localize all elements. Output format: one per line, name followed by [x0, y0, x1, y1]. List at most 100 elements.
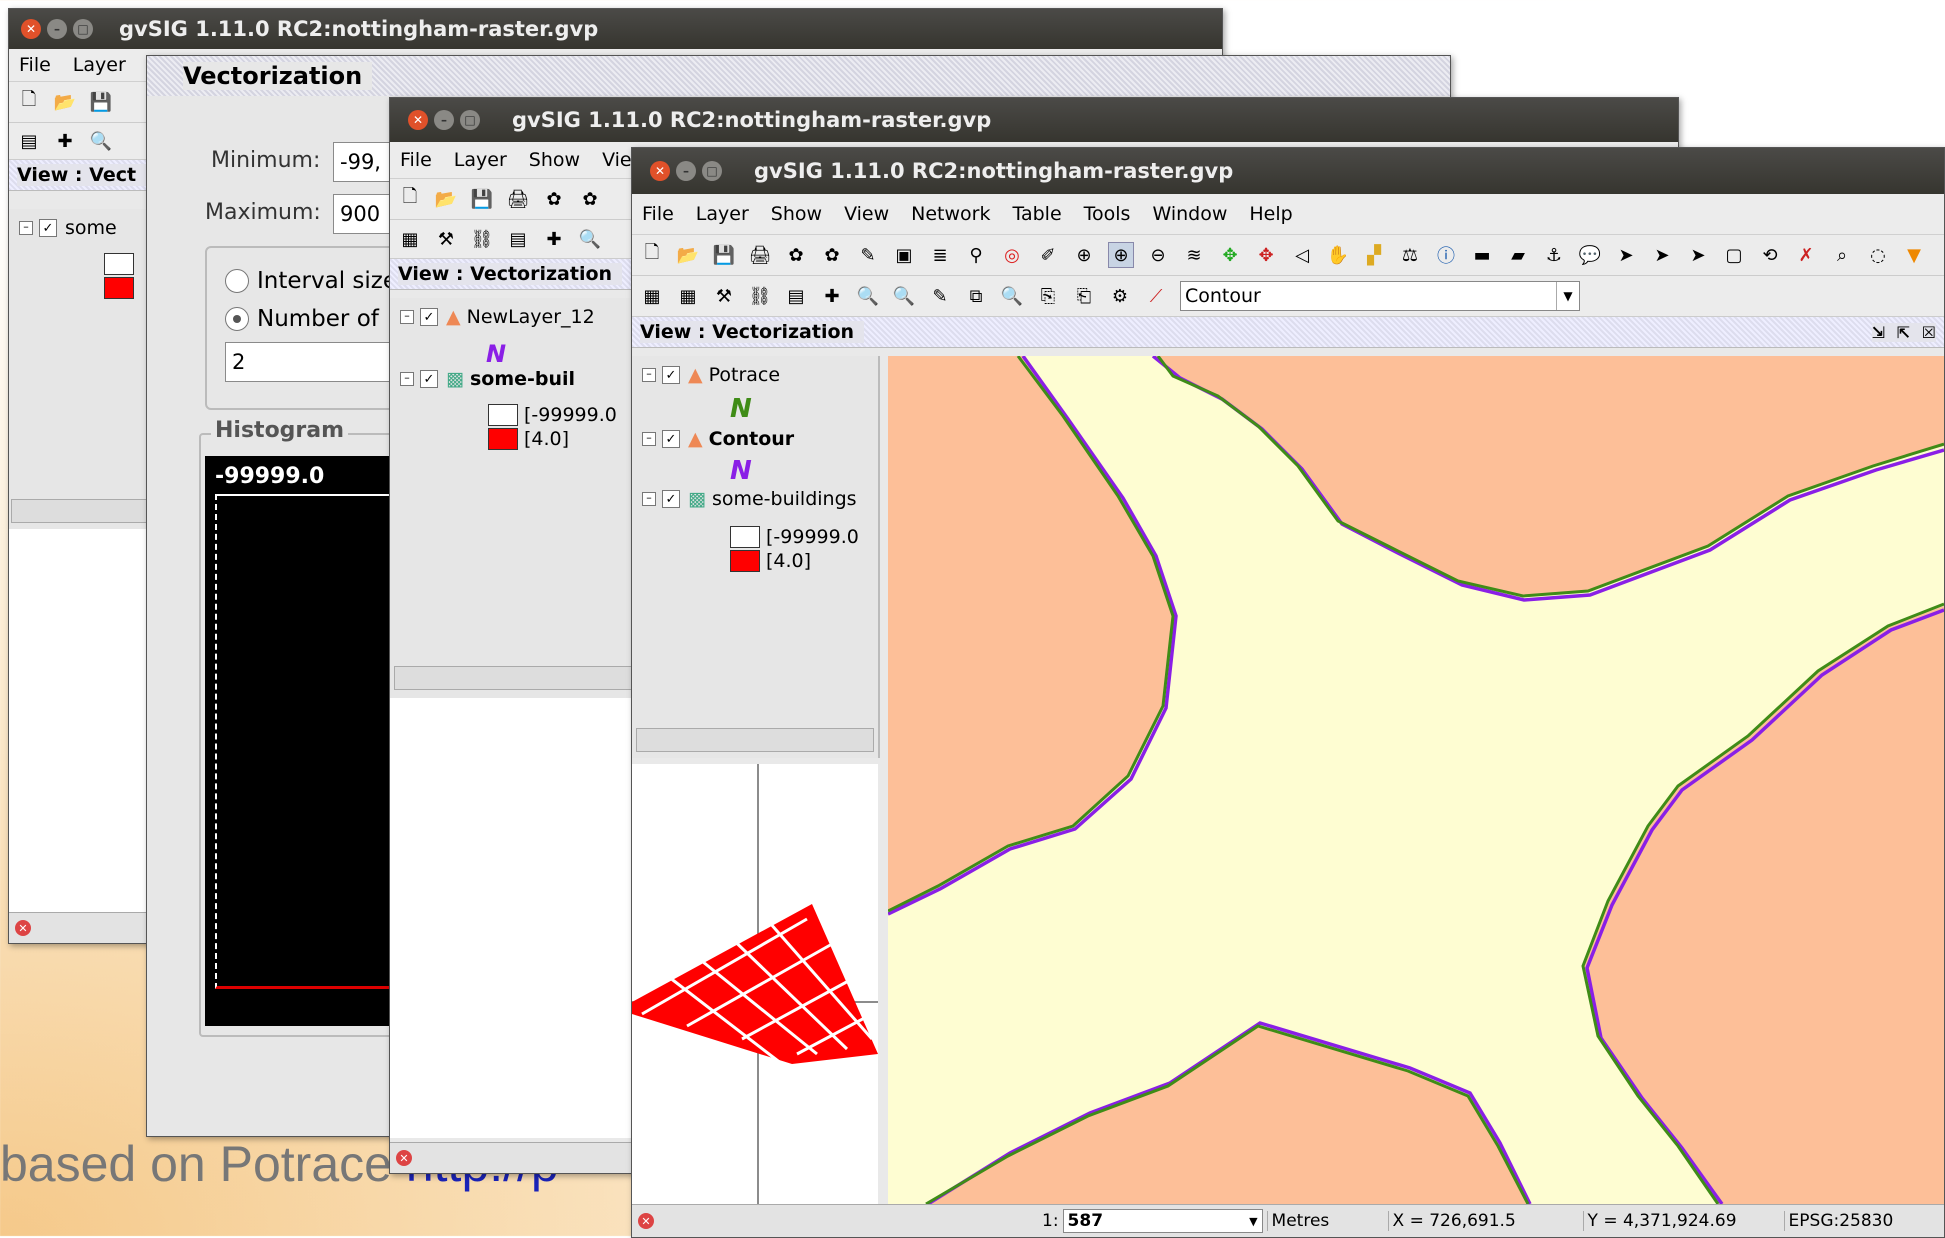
minimize-icon[interactable]: – — [434, 110, 454, 130]
layer-name[interactable]: some-buil — [470, 368, 575, 390]
error-icon[interactable]: ✕ — [15, 920, 31, 936]
layer-checkbox[interactable]: ✓ — [420, 370, 438, 388]
layer-name[interactable]: some — [65, 217, 117, 239]
restore-icon[interactable]: ⇲ — [1872, 323, 1885, 342]
select-layer-icon[interactable]: ▢ — [1722, 243, 1746, 267]
add-layer-icon[interactable]: ▤ — [784, 284, 808, 308]
info-icon[interactable]: ⓘ — [1434, 243, 1458, 267]
menu-tools[interactable]: Tools — [1084, 203, 1131, 225]
tools-icon[interactable]: ⚒ — [712, 284, 736, 308]
menu-view[interactable]: Vie — [602, 149, 632, 171]
select-rect-icon[interactable]: ➤ — [1650, 243, 1674, 267]
menu-file[interactable]: File — [19, 54, 51, 76]
layer-stack-icon[interactable]: ≋ — [1182, 243, 1206, 267]
link-icon[interactable]: ⛓ — [748, 284, 772, 308]
collapse-icon[interactable]: – — [642, 432, 656, 446]
raster-tool-icon[interactable]: ✿ — [820, 243, 844, 267]
menu-file[interactable]: File — [400, 149, 432, 171]
full-extent-icon[interactable]: ✥ — [1218, 243, 1242, 267]
error-icon[interactable]: ✕ — [396, 1150, 412, 1166]
close-icon[interactable]: ✕ — [21, 19, 41, 39]
export-icon[interactable]: ⎘ — [1036, 284, 1060, 308]
brush-icon[interactable]: ✎ — [856, 243, 880, 267]
split-icon[interactable]: ⎗ — [1072, 284, 1096, 308]
layer-checkbox[interactable]: ✓ — [39, 219, 57, 237]
zoom-in-icon[interactable]: ⊕ — [1072, 243, 1096, 267]
filter-icon[interactable]: ▼ — [1902, 243, 1926, 267]
raster-tool-icon[interactable]: ✿ — [578, 187, 602, 211]
add-layer-icon[interactable]: ▤ — [506, 227, 530, 251]
raster-properties-icon[interactable]: ▦ — [640, 284, 664, 308]
layer-checkbox[interactable]: ✓ — [662, 430, 680, 448]
print-icon[interactable]: 🖨 — [506, 187, 530, 211]
layers-icon[interactable]: ≣ — [928, 243, 952, 267]
menu-table[interactable]: Table — [1013, 203, 1062, 225]
menu-layer[interactable]: Layer — [73, 54, 126, 76]
tools-icon[interactable]: ⚒ — [434, 227, 458, 251]
edit-raster-icon[interactable]: ✎ — [928, 284, 952, 308]
raster-icon[interactable]: ✿ — [784, 243, 808, 267]
crop-icon[interactable]: ⧉ — [964, 284, 988, 308]
zoom-icon[interactable]: 🔍 — [89, 129, 113, 153]
maximize-icon[interactable]: □ — [73, 19, 93, 39]
select-poly-icon[interactable]: ➤ — [1686, 243, 1710, 267]
collapse-icon[interactable]: – — [400, 372, 414, 386]
close-icon[interactable]: ✕ — [408, 110, 428, 130]
menu-window[interactable]: Window — [1152, 203, 1227, 225]
close-view-icon[interactable]: ☒ — [1922, 323, 1936, 342]
new-icon[interactable]: 🗋 — [17, 89, 41, 114]
zoom-icon[interactable]: 🔍 — [578, 227, 602, 251]
plus-icon[interactable]: ✚ — [53, 129, 77, 153]
save-icon[interactable]: 💾 — [470, 187, 494, 211]
tooltip-icon[interactable]: 💬 — [1578, 243, 1602, 267]
close-icon[interactable]: ✕ — [650, 161, 670, 181]
link-icon[interactable]: ⛓ — [470, 227, 494, 251]
ruler-icon[interactable]: ▬ — [1470, 243, 1494, 267]
new-icon[interactable]: 🗋 — [640, 242, 664, 267]
collapse-icon[interactable]: – — [642, 368, 656, 382]
edit-icon[interactable]: ✐ — [1036, 243, 1060, 267]
layer-checkbox[interactable]: ✓ — [662, 366, 680, 384]
chevron-down-icon[interactable]: ▼ — [1556, 282, 1579, 310]
new-icon[interactable]: 🗋 — [398, 186, 422, 211]
open-icon[interactable]: 📂 — [434, 187, 458, 211]
monitor-icon[interactable]: ▣ — [892, 243, 916, 267]
map-canvas[interactable] — [888, 356, 1944, 1204]
chevron-down-icon[interactable]: ▼ — [1249, 1215, 1261, 1228]
minimize-icon[interactable]: – — [676, 161, 696, 181]
process-icon[interactable]: ⚙ — [1108, 284, 1132, 308]
maximize-icon[interactable]: □ — [460, 110, 480, 130]
plus-icon[interactable]: ✚ — [542, 227, 566, 251]
plus-icon[interactable]: ✚ — [820, 284, 844, 308]
hyperlink-icon[interactable]: ⚓ — [1542, 243, 1566, 267]
circle-select-icon[interactable]: ◌ — [1866, 243, 1890, 267]
layer-name[interactable]: NewLayer_12 — [467, 306, 595, 328]
magnifier-icon[interactable]: 🔍 — [1000, 284, 1024, 308]
save-icon[interactable]: 💾 — [89, 90, 113, 114]
menu-layer[interactable]: Layer — [454, 149, 507, 171]
error-icon[interactable]: ✕ — [638, 1213, 654, 1229]
extent-icon[interactable]: ✥ — [1254, 243, 1278, 267]
zoom-select-icon[interactable]: ⊕ — [1108, 242, 1134, 268]
menu-view[interactable]: View — [844, 203, 889, 225]
layer-name-buildings[interactable]: some-buildings — [712, 488, 857, 510]
grid-icon[interactable]: ▦ — [676, 284, 700, 308]
toc-scrollbar[interactable] — [636, 728, 874, 752]
clear-select-icon[interactable]: ✗ — [1794, 243, 1818, 267]
vectorize-icon[interactable]: ⟋ — [1144, 284, 1168, 308]
layer-name-contour[interactable]: Contour — [709, 428, 795, 450]
add-layer-icon[interactable]: ▤ — [17, 129, 41, 153]
measure-icon[interactable]: ⚖ — [1398, 243, 1422, 267]
print-icon[interactable]: 🖨 — [748, 243, 772, 267]
window-titlebar[interactable]: ✕ – □ gvSIG 1.11.0 RC2:nottingham-raster… — [390, 98, 1678, 142]
layer-name-potrace[interactable]: Potrace — [709, 364, 780, 386]
interval-radio[interactable]: Interval size — [225, 268, 397, 294]
window-titlebar[interactable]: ✕ – □ gvSIG 1.11.0 RC2:nottingham-raster… — [9, 9, 1222, 49]
dialog-titlebar[interactable]: Vectorization — [147, 56, 1450, 96]
zoom-raster-icon[interactable]: 🔍 — [892, 284, 916, 308]
zoom-layer-icon[interactable]: 🔍 — [856, 284, 880, 308]
menu-show[interactable]: Show — [529, 149, 580, 171]
menu-layer[interactable]: Layer — [696, 203, 749, 225]
collapse-icon[interactable]: – — [400, 310, 414, 324]
menu-network[interactable]: Network — [911, 203, 990, 225]
